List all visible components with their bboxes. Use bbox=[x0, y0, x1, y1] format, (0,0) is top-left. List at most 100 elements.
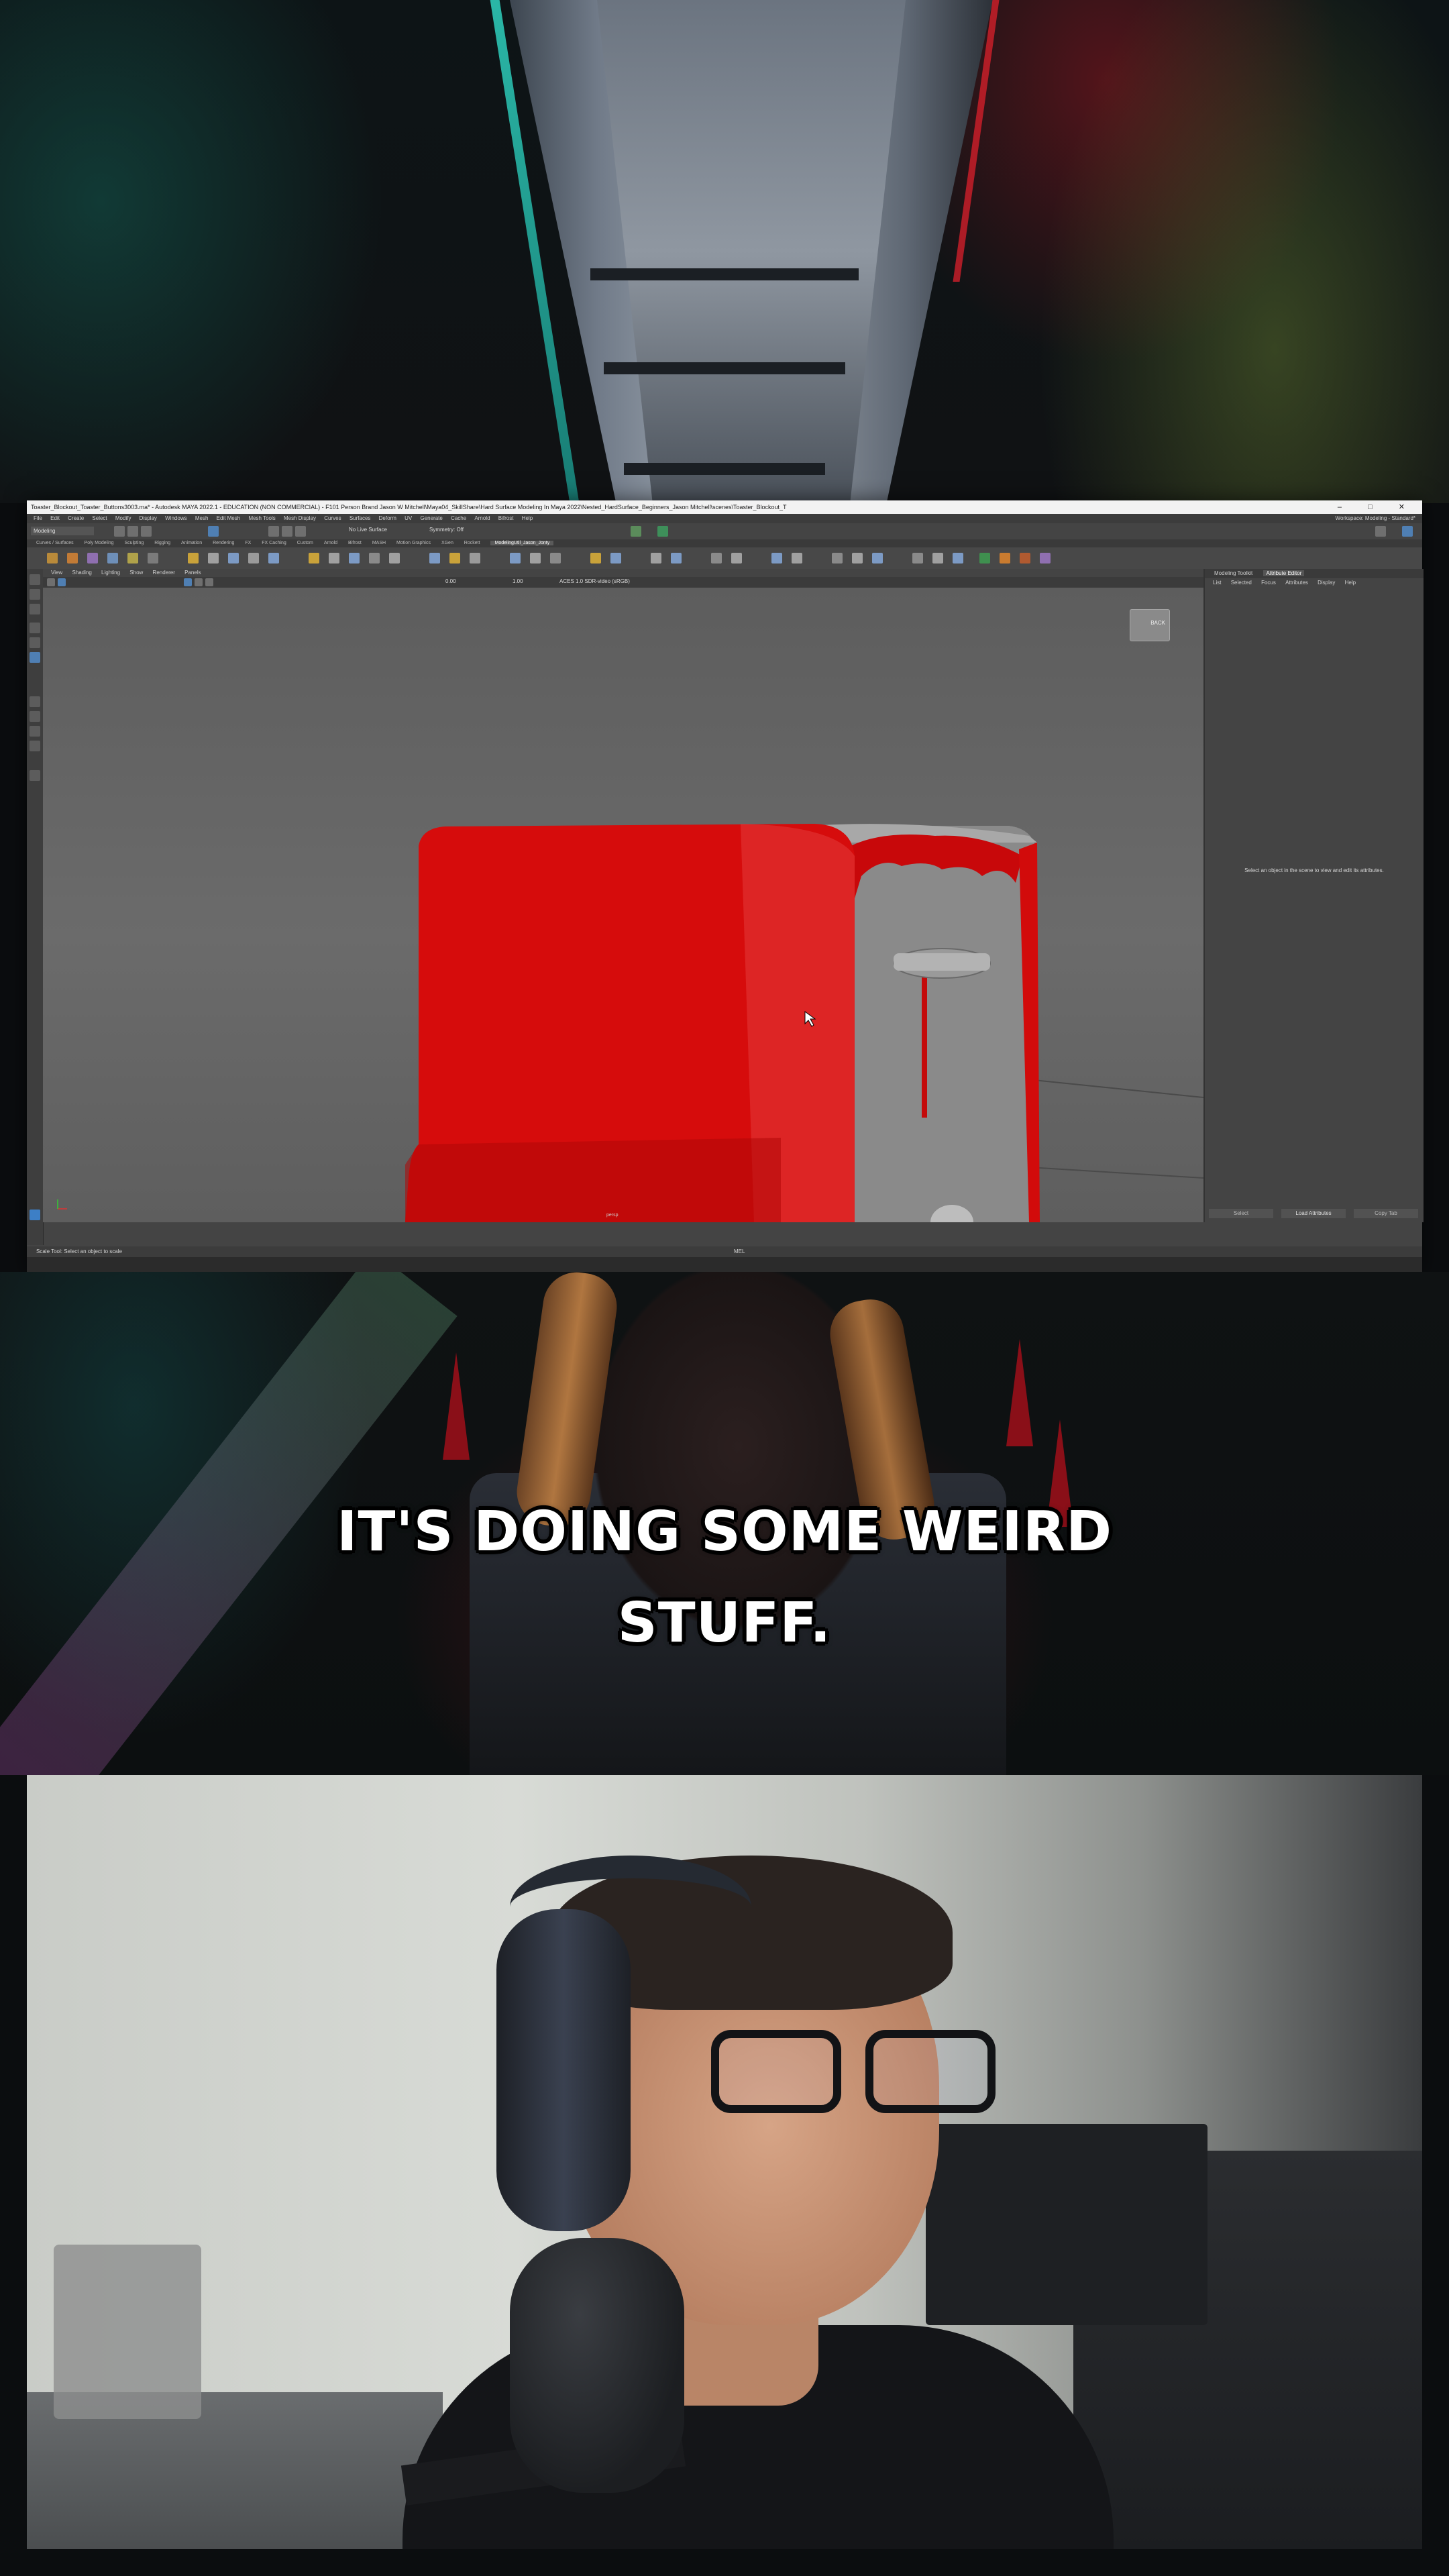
shelf-tool-icon[interactable] bbox=[268, 553, 279, 564]
shelf-tool-icon[interactable] bbox=[349, 553, 360, 564]
shelf-tab[interactable]: FX Caching bbox=[262, 541, 286, 545]
shelf-tool-icon[interactable] bbox=[309, 553, 319, 564]
color-space-dropdown[interactable]: ACES 1.0 SDR-video (sRGB) bbox=[559, 578, 630, 584]
shelf-tool-icon[interactable] bbox=[389, 553, 400, 564]
render-icon[interactable] bbox=[631, 526, 641, 537]
panel-menu-panels[interactable]: Panels bbox=[184, 570, 201, 576]
menu-uv[interactable]: UV bbox=[405, 515, 412, 521]
shelf-tab[interactable]: Custom bbox=[297, 541, 313, 545]
mode-dropdown[interactable]: Modeling bbox=[31, 527, 94, 535]
shelf-tool-icon[interactable] bbox=[208, 553, 219, 564]
camera-select-icon[interactable] bbox=[47, 578, 55, 586]
maximize-button[interactable]: □ bbox=[1368, 503, 1385, 511]
attribute-editor-toggle-icon[interactable] bbox=[1402, 526, 1413, 537]
menu-generate[interactable]: Generate bbox=[420, 515, 442, 521]
shelf-tool-icon[interactable] bbox=[470, 553, 480, 564]
shelf-tool-icon[interactable] bbox=[369, 553, 380, 564]
menu-edit[interactable]: Edit bbox=[50, 515, 60, 521]
close-button[interactable]: ✕ bbox=[1399, 503, 1417, 511]
shelf-tool-icon[interactable] bbox=[912, 553, 923, 564]
shelf-tab[interactable]: MASH bbox=[372, 541, 386, 545]
shelf-tool-icon[interactable] bbox=[792, 553, 802, 564]
shelf-tool-icon[interactable] bbox=[932, 553, 943, 564]
shelf-tool-icon[interactable] bbox=[87, 553, 98, 564]
shelf-tool-icon[interactable] bbox=[731, 553, 742, 564]
shelf-tool-icon[interactable] bbox=[651, 553, 661, 564]
shelf-tool-icon[interactable] bbox=[590, 553, 601, 564]
menu-deform[interactable]: Deform bbox=[379, 515, 396, 521]
outliner-layout-icon[interactable] bbox=[30, 741, 40, 751]
panel-menu-show[interactable]: Show bbox=[129, 570, 143, 576]
shelf-tool-icon[interactable] bbox=[228, 553, 239, 564]
shelf-tab[interactable]: Arnold bbox=[324, 541, 337, 545]
scale-tool-icon[interactable] bbox=[30, 652, 40, 663]
open-scene-icon[interactable] bbox=[127, 526, 138, 537]
shelf-tool-icon[interactable] bbox=[979, 553, 990, 564]
tab-attribute-editor[interactable]: Attribute Editor bbox=[1263, 570, 1305, 576]
lights-icon[interactable] bbox=[205, 578, 213, 586]
layout-icon[interactable] bbox=[30, 726, 40, 737]
menu-mesh[interactable]: Mesh bbox=[195, 515, 209, 521]
shelf-tab[interactable]: Animation bbox=[181, 541, 202, 545]
shelf-tool-icon[interactable] bbox=[832, 553, 843, 564]
attr-menu-display[interactable]: Display bbox=[1318, 580, 1335, 586]
shelf-tool-icon[interactable] bbox=[148, 553, 158, 564]
panel-menu-view[interactable]: View bbox=[51, 570, 62, 576]
workspace-selector[interactable]: Workspace: Modeling - Standard* bbox=[1336, 514, 1415, 523]
shelf-tool-icon[interactable] bbox=[1020, 553, 1030, 564]
shelf-tab[interactable]: Curves / Surfaces bbox=[36, 541, 74, 545]
shelf-tool-icon[interactable] bbox=[188, 553, 199, 564]
menu-curves[interactable]: Curves bbox=[324, 515, 341, 521]
attr-menu-selected[interactable]: Selected bbox=[1231, 580, 1252, 586]
copy-tab-button[interactable]: Copy Tab bbox=[1354, 1209, 1418, 1218]
select-mode-icon[interactable] bbox=[208, 526, 219, 537]
shelf-tool-icon[interactable] bbox=[429, 553, 440, 564]
shelf-tab-active[interactable]: ModelingUtil_Jason_Jonty bbox=[490, 541, 554, 545]
graph-layout-icon[interactable] bbox=[30, 770, 40, 781]
shelf-tool-icon[interactable] bbox=[530, 553, 541, 564]
shelf-tab[interactable]: XGen bbox=[441, 541, 453, 545]
shelf-tool-icon[interactable] bbox=[671, 553, 682, 564]
shelf-tab[interactable]: Poly Modeling bbox=[85, 541, 114, 545]
attr-menu-list[interactable]: List bbox=[1213, 580, 1221, 586]
shelf-tool-icon[interactable] bbox=[47, 553, 58, 564]
paint-select-tool-icon[interactable] bbox=[30, 604, 40, 614]
shelf-tab[interactable]: Rockett bbox=[464, 541, 480, 545]
textured-icon[interactable] bbox=[195, 578, 203, 586]
shelf-tool-icon[interactable] bbox=[107, 553, 118, 564]
single-view-icon[interactable] bbox=[30, 696, 40, 707]
shelf-tool-icon[interactable] bbox=[872, 553, 883, 564]
save-scene-icon[interactable] bbox=[141, 526, 152, 537]
shelf-tool-icon[interactable] bbox=[550, 553, 561, 564]
tab-modeling-toolkit[interactable]: Modeling Toolkit bbox=[1212, 570, 1255, 576]
viewport-3d[interactable]: BACK persp bbox=[43, 588, 1203, 1222]
shelf-tool-icon[interactable] bbox=[771, 553, 782, 564]
shelf-tool-icon[interactable] bbox=[953, 553, 963, 564]
shelf-tool-icon[interactable] bbox=[610, 553, 621, 564]
shelf-tool-icon[interactable] bbox=[510, 553, 521, 564]
shelf-tool-icon[interactable] bbox=[711, 553, 722, 564]
menu-select[interactable]: Select bbox=[92, 515, 107, 521]
shelf-tool-icon[interactable] bbox=[449, 553, 460, 564]
load-attributes-button[interactable]: Load Attributes bbox=[1281, 1209, 1346, 1218]
shelf-tool-icon[interactable] bbox=[67, 553, 78, 564]
menu-file[interactable]: File bbox=[34, 515, 42, 521]
command-line[interactable] bbox=[27, 1257, 1422, 1272]
shelf-tab[interactable]: Sculpting bbox=[125, 541, 144, 545]
exposure-value[interactable]: 0.00 bbox=[445, 578, 456, 584]
attr-menu-focus[interactable]: Focus bbox=[1261, 580, 1276, 586]
shelf-tool-icon[interactable] bbox=[1040, 553, 1051, 564]
menu-edit-mesh[interactable]: Edit Mesh bbox=[217, 515, 241, 521]
lasso-tool-icon[interactable] bbox=[30, 589, 40, 600]
shelf-tool-icon[interactable] bbox=[329, 553, 339, 564]
shelf-tab[interactable]: FX bbox=[245, 541, 251, 545]
new-scene-icon[interactable] bbox=[114, 526, 125, 537]
shelf-tool-icon[interactable] bbox=[852, 553, 863, 564]
mel-label[interactable]: MEL bbox=[734, 1246, 745, 1257]
menu-display[interactable]: Display bbox=[140, 515, 157, 521]
camera-attributes-icon[interactable] bbox=[58, 578, 66, 586]
menu-cache[interactable]: Cache bbox=[451, 515, 466, 521]
menu-modify[interactable]: Modify bbox=[115, 515, 131, 521]
toggle-panel-icon[interactable] bbox=[1375, 526, 1386, 537]
menu-help[interactable]: Help bbox=[522, 515, 533, 521]
